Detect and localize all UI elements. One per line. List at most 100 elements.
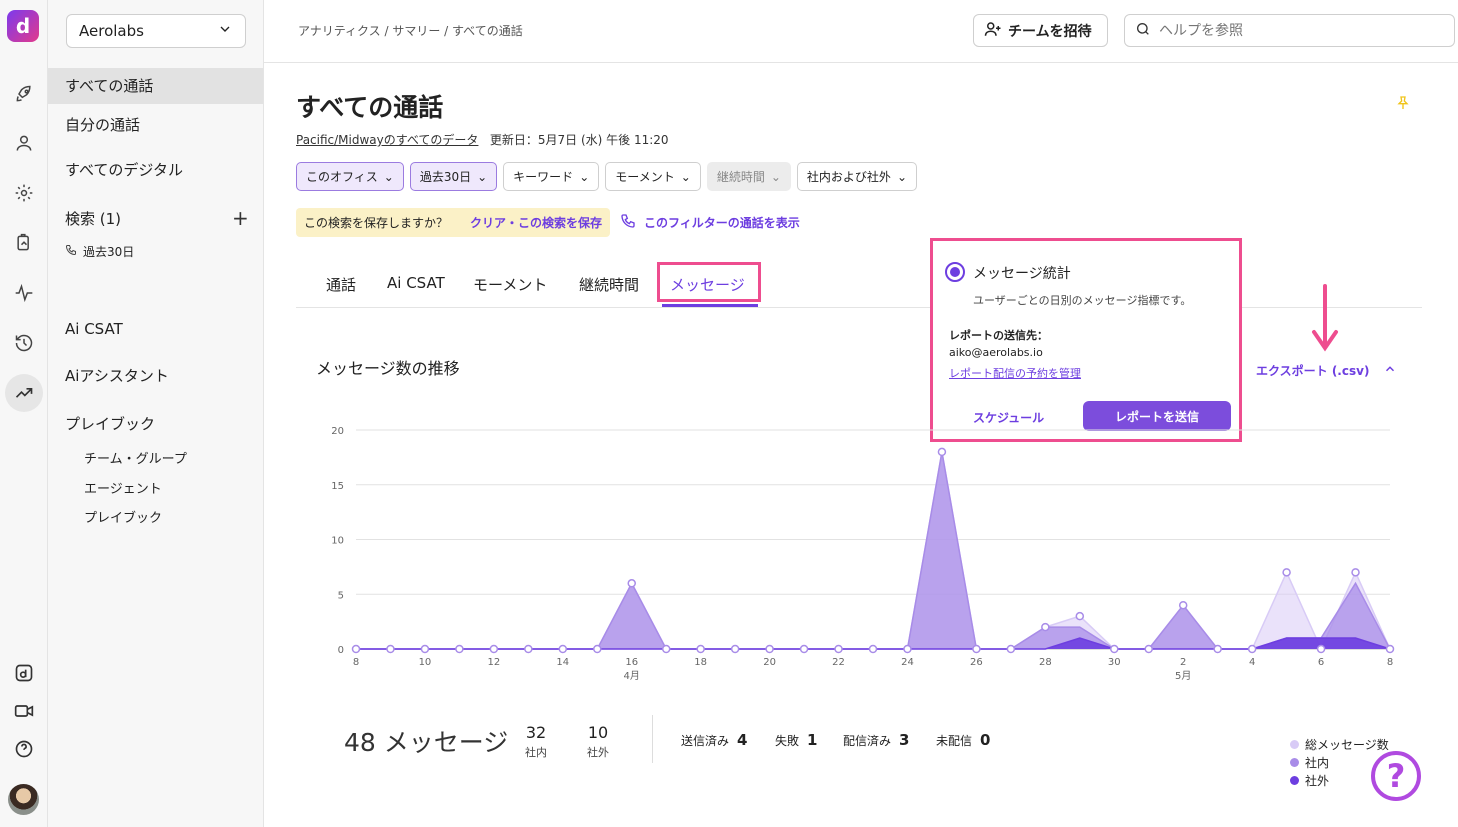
data-scope-link[interactable]: Pacific/Midwayのすべてのデータ [296, 133, 478, 147]
y-tick-label: 20 [331, 426, 344, 437]
help-icon[interactable] [12, 737, 36, 761]
video-icon[interactable] [12, 699, 36, 723]
chevron-down-icon: ⌄ [383, 169, 394, 184]
search-input[interactable] [1159, 22, 1439, 39]
chevron-down-icon [217, 21, 233, 41]
sidebar-item-all-calls[interactable]: すべての通話 [48, 68, 263, 104]
series-area [356, 451, 1390, 649]
chevron-down-icon: ⌄ [477, 169, 488, 184]
search-icon [1135, 21, 1151, 41]
rocket-icon[interactable] [12, 82, 36, 106]
help-search[interactable] [1124, 14, 1455, 47]
data-point [834, 644, 843, 654]
data-point [524, 644, 533, 654]
data-point [903, 644, 912, 654]
data-point [661, 644, 671, 654]
sidebar-search-header: 検索 (1) [65, 210, 122, 228]
save-search-banner: この検索を保存しますか？ クリア・この検索を保存 [296, 208, 611, 237]
tab-bar: 通話 Ai CSAT モーメント 継続時間 メッセージ [296, 262, 1422, 308]
series-line [356, 451, 1391, 650]
add-search-icon[interactable]: + [232, 206, 249, 230]
x-tick-label: 10 [419, 657, 432, 668]
data-point [1351, 568, 1360, 577]
stat-delivered: 配信済み 3 [843, 731, 909, 749]
pin-icon[interactable] [1395, 95, 1411, 115]
message-stats-radio[interactable] [945, 262, 965, 282]
data-point [489, 644, 499, 654]
data-point [799, 644, 809, 654]
brand-icon[interactable] [12, 661, 36, 685]
export-csv-button[interactable]: エクスポート (.csv) [1256, 362, 1397, 379]
stat-internal-value: 32 [525, 723, 547, 742]
sidebar-item-all-digital[interactable]: すべてのデジタル [48, 159, 263, 180]
x-tick-label: 4 [1249, 657, 1255, 668]
data-point [1110, 644, 1119, 654]
legend-label: 社外 [1305, 773, 1330, 788]
chart-title: メッセージ数の推移 [316, 359, 460, 378]
save-search-action[interactable]: クリア・この検索を保存 [470, 214, 602, 231]
stat-internal: 32 社内 [525, 723, 547, 760]
filter-keyword[interactable]: キーワード ⌄ [503, 162, 600, 191]
data-point [765, 644, 774, 654]
org-name: Aerolabs [79, 22, 144, 40]
total-messages: 48 メッセージ [344, 728, 509, 757]
x-tick-label: 28 [1039, 657, 1052, 668]
report-icon[interactable] [12, 231, 36, 255]
invite-team-button[interactable]: チームを招待 [973, 14, 1108, 47]
month-label: 5月 [1175, 670, 1191, 682]
sidebar-item-ai-assistant[interactable]: Aiアシスタント [48, 365, 263, 386]
y-tick-label: 15 [331, 481, 344, 492]
popup-title: メッセージ統計 [973, 266, 1071, 282]
filter-internal-external[interactable]: 社内および社外 ⌄ [796, 162, 917, 191]
data-point [1282, 568, 1291, 577]
data-point [1213, 644, 1222, 654]
data-point [558, 644, 568, 654]
app-logo[interactable]: d [7, 10, 39, 42]
tab-calls[interactable]: 通話 [326, 274, 356, 295]
data-point [1178, 600, 1188, 610]
x-tick-label: 30 [1108, 657, 1121, 668]
trend-icon[interactable] [12, 381, 36, 405]
chevron-down-icon: ⌄ [579, 169, 590, 184]
sidebar-item-ai-csat[interactable]: Ai CSAT [48, 320, 263, 338]
help-fab-button[interactable]: ? [1371, 751, 1421, 801]
filter-moment[interactable]: モーメント ⌄ [605, 162, 701, 191]
legend-label: 総メッセージ数 [1305, 737, 1389, 752]
sidebar-item-playbook[interactable]: プレイブック [48, 413, 263, 434]
sidebar-item-saved-search[interactable]: 過去30日 [65, 243, 134, 260]
activity-icon[interactable] [12, 281, 36, 305]
filter-office[interactable]: このオフィス ⌄ [296, 162, 404, 191]
x-tick-label: 14 [556, 657, 569, 668]
chevron-up-icon [1383, 362, 1397, 379]
filter-date-range[interactable]: 過去30日 ⌄ [409, 162, 498, 191]
page-meta: Pacific/Midwayのすべてのデータ 更新日：5月7日 (水) 午後 1… [296, 131, 669, 148]
filter-label: モーメント [615, 170, 675, 184]
breadcrumb[interactable]: アナリティクス / サマリー / すべての通話 [298, 22, 523, 39]
stat-sent-label: 送信済み [681, 734, 730, 748]
x-tick-label: 22 [832, 657, 845, 668]
tab-duration[interactable]: 継続時間 [579, 274, 639, 295]
gear-icon[interactable] [12, 181, 36, 205]
show-calls-label: このフィルターの通話を表示 [644, 216, 800, 230]
filter-bar: このオフィス ⌄ 過去30日 ⌄ キーワード ⌄ モーメント ⌄ 継続時間 ⌄ 社内および… [296, 162, 917, 191]
x-tick-label: 8 [1387, 657, 1393, 668]
tab-moments[interactable]: モーメント [473, 274, 547, 295]
show-filter-calls-link[interactable]: このフィルターの通話を表示 [620, 213, 800, 232]
sidebar-item-my-calls[interactable]: 自分の通話 [48, 114, 263, 135]
sidebar-sub-teams[interactable]: チーム・グループ [84, 448, 187, 467]
org-selector[interactable]: Aerolabs [66, 14, 246, 48]
sidebar-sub-playbook[interactable]: プレイブック [84, 507, 162, 526]
user-icon[interactable] [12, 131, 36, 155]
avatar[interactable] [8, 784, 39, 815]
data-point [1006, 644, 1016, 654]
x-tick-label: 18 [694, 657, 707, 668]
manage-schedule-link[interactable]: レポート配信の予約を管理 [949, 365, 1081, 381]
data-point [1144, 644, 1153, 654]
updated-at: 更新日：5月7日 (水) 午後 11:20 [489, 133, 669, 147]
filter-duration[interactable]: 継続時間 ⌄ [706, 162, 791, 191]
history-icon[interactable] [12, 331, 36, 355]
user-plus-icon [984, 20, 1002, 42]
sidebar-sub-agents[interactable]: エージェント [84, 478, 162, 497]
stat-external-label: 社外 [587, 746, 609, 759]
tab-ai-csat[interactable]: Ai CSAT [387, 274, 445, 292]
